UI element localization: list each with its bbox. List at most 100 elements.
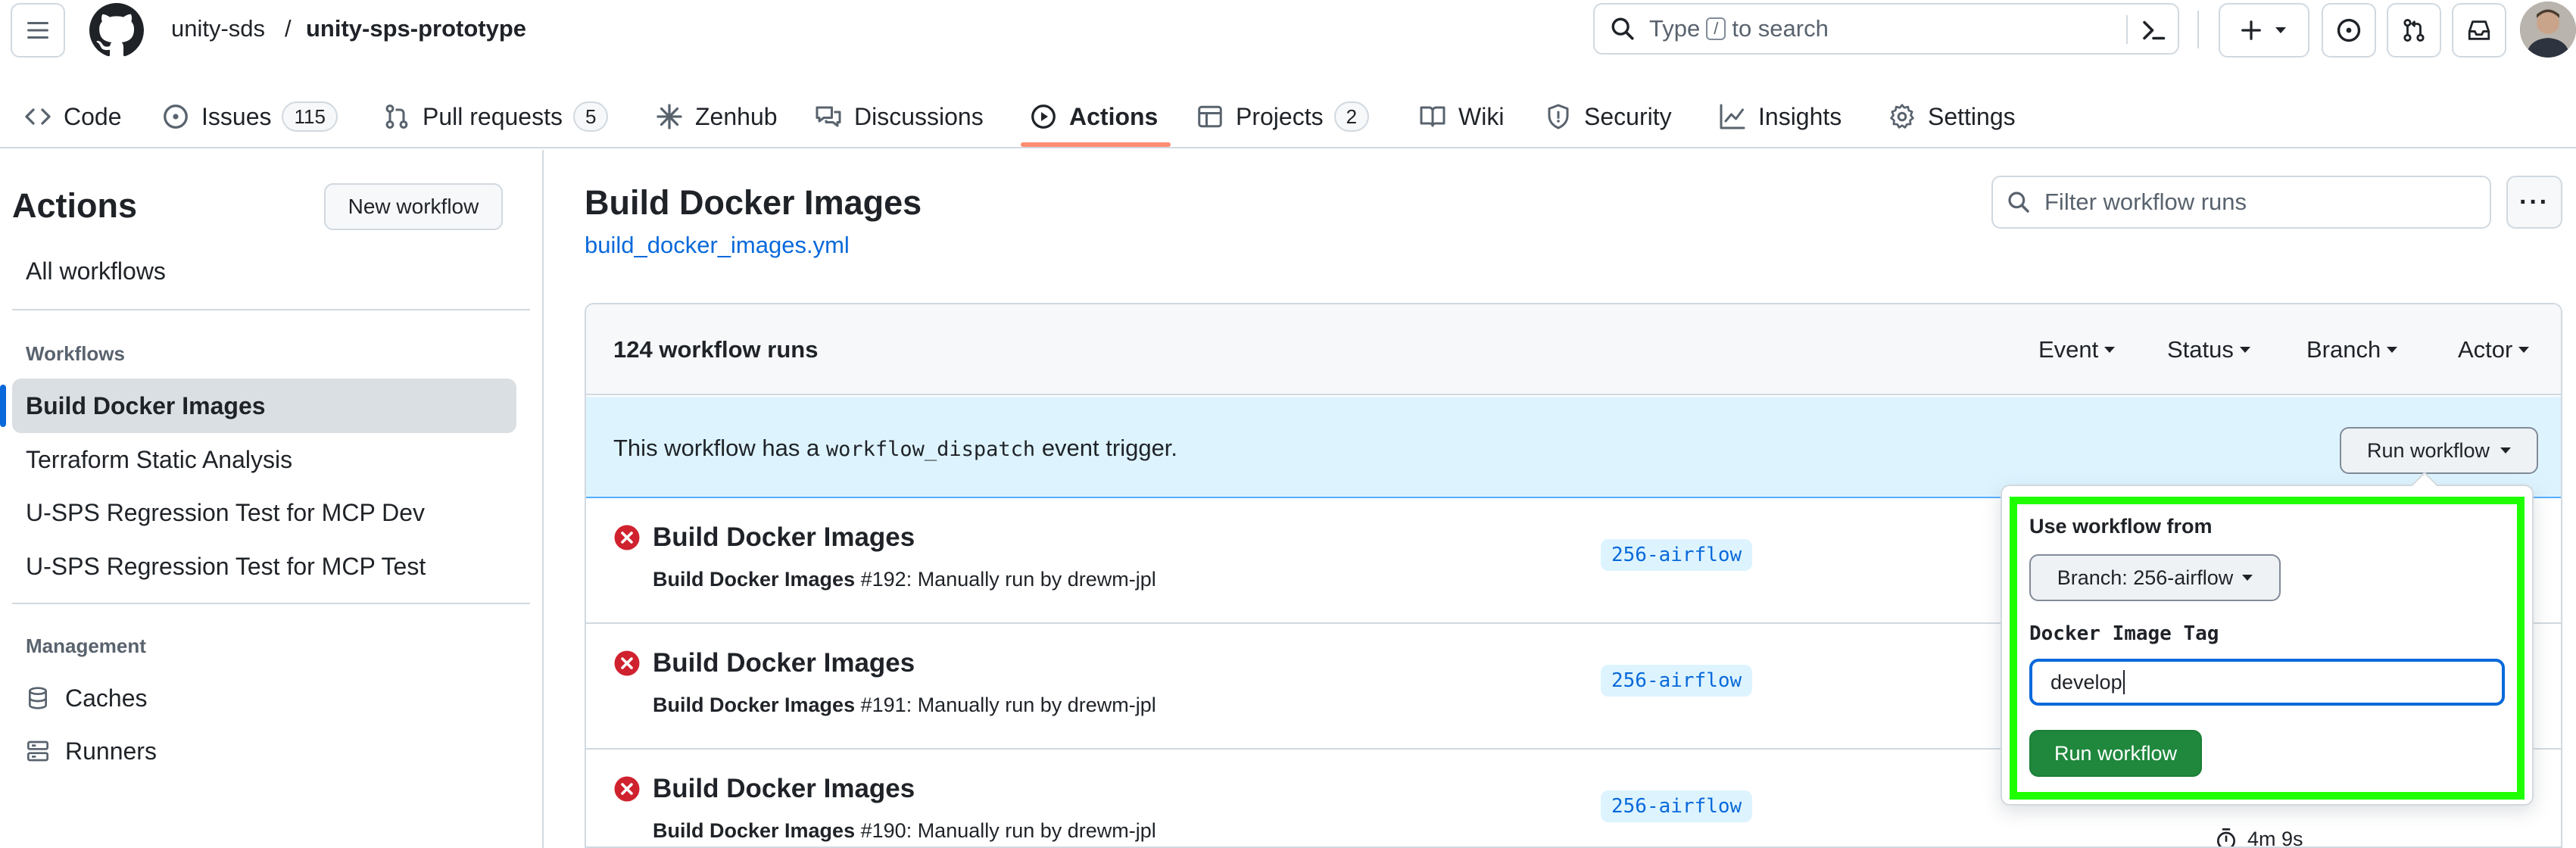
run-number: #192	[860, 568, 906, 591]
graph-icon	[1720, 104, 1745, 129]
branch-tag[interactable]: 256-airflow	[1601, 790, 1753, 822]
tab-pull-requests[interactable]: Pull requests 5	[383, 85, 609, 148]
sidebar-item-terraform-static-analysis[interactable]: Terraform Static Analysis	[12, 432, 516, 487]
user-avatar[interactable]	[2520, 2, 2576, 58]
run-workflow-dropdown-button[interactable]: Run workflow	[2340, 427, 2538, 474]
text-cursor	[2122, 670, 2125, 694]
tab-zenhub[interactable]: Zenhub	[656, 85, 778, 148]
global-search-input[interactable]: Type / to search	[1593, 3, 2179, 55]
run-title-link[interactable]: Build Docker Images	[653, 522, 915, 553]
branch-tag[interactable]: 256-airflow	[1601, 665, 1753, 697]
tab-issues-label: Issues	[201, 102, 272, 130]
sidebar-item-regression-mcp-test[interactable]: U-SPS Regression Test for MCP Test	[12, 539, 516, 594]
hamburger-menu-button[interactable]	[11, 3, 65, 58]
sidebar-divider	[12, 309, 530, 310]
workflows-heading: Workflows	[26, 342, 125, 365]
tab-projects-label: Projects	[1236, 102, 1324, 130]
event-filter-dropdown[interactable]: Event	[2038, 336, 2116, 363]
chevron-down-icon	[2275, 27, 2286, 33]
run-number: #190	[860, 819, 906, 842]
sidebar-item-build-docker-images[interactable]: Build Docker Images	[12, 379, 516, 433]
tab-code[interactable]: Code	[24, 85, 122, 148]
run-workflow-label: Run workflow	[2366, 438, 2490, 462]
facet-label: Branch	[2306, 336, 2381, 363]
status-filter-dropdown[interactable]: Status	[2167, 336, 2250, 363]
run-title-link[interactable]: Build Docker Images	[653, 774, 915, 804]
run-subtitle: Build Docker Images #192: Manually run b…	[653, 568, 1156, 591]
more-options-button[interactable]: ···	[2506, 176, 2562, 229]
workflow-dispatch-banner: This workflow has a workflow_dispatch ev…	[586, 397, 2561, 498]
facet-label: Actor	[2458, 336, 2513, 363]
all-workflows-link[interactable]: All workflows	[26, 257, 166, 285]
pull-request-icon	[385, 104, 408, 129]
search-prefix: Type	[1649, 15, 1701, 42]
create-new-button[interactable]	[2219, 3, 2309, 58]
tab-actions[interactable]: Actions	[1030, 85, 1158, 148]
tab-settings[interactable]: Settings	[1888, 85, 2016, 148]
run-duration-value: 4m 9s	[2247, 827, 2303, 848]
actor-filter-dropdown[interactable]: Actor	[2458, 336, 2530, 363]
sidebar-item-label: U-SPS Regression Test for MCP Dev	[26, 498, 425, 526]
table-icon	[1198, 105, 1222, 128]
tab-security[interactable]: Security	[1545, 85, 1672, 148]
run-workflow-name: Build Docker Images	[653, 819, 856, 842]
tab-issues[interactable]: Issues 115	[162, 85, 338, 148]
issue-icon	[164, 104, 188, 129]
tab-discussions[interactable]: Discussions	[815, 85, 984, 148]
sidebar-item-runners[interactable]: Runners	[12, 724, 516, 778]
chevron-down-icon	[2387, 347, 2398, 353]
branch-select-button[interactable]: Branch: 256-airflow	[2029, 554, 2281, 601]
run-workflow-name: Build Docker Images	[653, 694, 856, 716]
sidebar-item-label: Runners	[65, 737, 157, 765]
new-workflow-button[interactable]: New workflow	[324, 183, 503, 230]
run-title-link[interactable]: Build Docker Images	[653, 648, 915, 678]
sidebar-item-caches[interactable]: Caches	[12, 671, 516, 725]
issues-shortcut-button[interactable]	[2322, 3, 2376, 58]
use-workflow-from-label: Use workflow from	[2029, 515, 2213, 538]
hamburger-icon	[27, 22, 48, 39]
tab-insights[interactable]: Insights	[1719, 85, 1842, 148]
chevron-down-icon	[2518, 347, 2530, 353]
tab-insights-label: Insights	[1758, 102, 1842, 130]
filter-workflow-runs-input[interactable]: Filter workflow runs	[1991, 176, 2491, 229]
sidebar-item-label: Caches	[65, 684, 148, 712]
run-workflow-submit-button[interactable]: Run workflow	[2029, 730, 2202, 777]
tab-zenhub-label: Zenhub	[695, 102, 778, 130]
chevron-down-icon	[2239, 347, 2250, 353]
tab-discussions-label: Discussions	[854, 102, 984, 130]
management-heading: Management	[26, 634, 146, 657]
run-number: #191	[860, 694, 906, 716]
tab-settings-label: Settings	[1928, 102, 2016, 130]
branch-filter-dropdown[interactable]: Branch	[2306, 336, 2398, 363]
issues-count-badge: 115	[282, 101, 338, 132]
repo-owner-link[interactable]: unity-sds	[171, 14, 265, 44]
global-header: unity-sds / unity-sps-prototype Type / t…	[0, 0, 2576, 148]
chevron-down-icon	[2242, 575, 2253, 581]
active-tab-indicator	[1021, 142, 1171, 147]
tab-projects[interactable]: Projects 2	[1196, 85, 1370, 148]
run-duration: 4m 9s	[2214, 827, 2303, 848]
pull-requests-shortcut-button[interactable]	[2387, 3, 2441, 58]
filter-placeholder: Filter workflow runs	[2044, 189, 2247, 215]
sidebar-item-regression-mcp-dev[interactable]: U-SPS Regression Test for MCP Dev	[12, 485, 516, 540]
runs-header: 124 workflow runs Event Status Branch Ac…	[586, 304, 2561, 395]
issue-icon	[2337, 18, 2361, 42]
branch-tag[interactable]: 256-airflow	[1601, 539, 1753, 571]
run-detail: : Manually run by drewm-jpl	[906, 819, 1156, 842]
tab-wiki[interactable]: Wiki	[1419, 85, 1504, 148]
repo-separator: /	[285, 15, 292, 42]
dispatch-code: workflow_dispatch	[825, 438, 1036, 461]
tab-pull-requests-label: Pull requests	[423, 102, 563, 130]
github-logo-icon[interactable]	[89, 3, 144, 58]
command-palette-icon[interactable]	[2140, 17, 2167, 44]
database-icon	[29, 687, 47, 709]
search-shortcut-key: /	[1706, 17, 1726, 40]
search-icon	[2008, 192, 2029, 213]
runs-count: 124 workflow runs	[613, 336, 819, 363]
inbox-button[interactable]	[2452, 3, 2506, 58]
docker-image-tag-input[interactable]: develop	[2029, 659, 2505, 706]
repo-name-link[interactable]: unity-sps-prototype	[306, 14, 526, 44]
workflow-file-link[interactable]: build_docker_images.yml	[585, 232, 850, 259]
gear-icon	[1890, 104, 1914, 129]
discussions-icon	[816, 106, 841, 127]
